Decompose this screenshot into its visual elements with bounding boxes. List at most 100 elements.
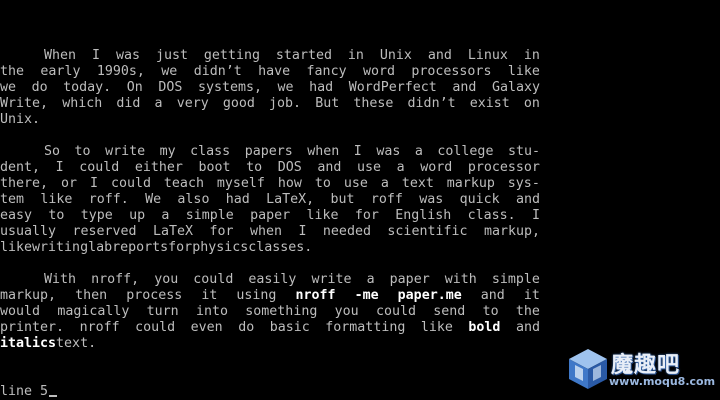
word: for xyxy=(168,240,193,255)
word: college xyxy=(437,144,494,159)
word: you xyxy=(154,272,179,287)
word: when xyxy=(249,224,282,239)
paragraph: With nroff, you could easily write a paper with s… xyxy=(0,272,540,352)
status-line: line 5 xyxy=(0,384,58,400)
word: a xyxy=(414,144,423,159)
word: text xyxy=(401,176,434,191)
word: was xyxy=(376,144,401,159)
word: a xyxy=(380,176,389,191)
word: early xyxy=(40,64,81,79)
terminal-text-area: When Iwas just getting started in Unix and Linux… xyxy=(0,48,540,368)
word: also xyxy=(177,192,210,207)
word: Unix. xyxy=(0,112,41,127)
word: for xyxy=(354,208,379,223)
word: papers xyxy=(244,144,293,159)
word: bold xyxy=(468,320,501,335)
word: I xyxy=(353,144,362,159)
word: write xyxy=(105,144,146,159)
word: DOS xyxy=(158,80,183,95)
word: easily xyxy=(248,272,297,287)
word: how xyxy=(277,176,302,191)
text-line: easy to type up a simple paper like for English cl… xyxy=(0,208,540,224)
word: sys- xyxy=(507,176,540,191)
word: to xyxy=(48,208,65,223)
word: I xyxy=(91,48,100,63)
word: very xyxy=(176,96,209,111)
text-line: Write, which did a very good job. But these didn’… xyxy=(0,96,540,112)
word: DOS xyxy=(277,160,302,175)
word: lab xyxy=(88,240,113,255)
word: type xyxy=(80,208,113,223)
word: markup, xyxy=(0,288,57,303)
word: markup, xyxy=(483,224,540,239)
text-line: tem like roff. We also had LaTeX, but roff was qui… xyxy=(0,192,540,208)
text-cursor xyxy=(49,395,58,397)
text-line: When Iwas just getting started in Unix and Linux… xyxy=(0,48,540,64)
word: to xyxy=(482,304,499,319)
word: roff. xyxy=(88,192,129,207)
word: today. xyxy=(63,80,112,95)
word: write xyxy=(311,272,352,287)
word: like xyxy=(420,320,453,335)
word: class xyxy=(190,144,231,159)
word: do xyxy=(31,80,48,95)
text-line: would magically turn into something you could s… xyxy=(0,304,540,320)
word: and xyxy=(452,80,477,95)
word: LaTeX xyxy=(153,224,194,239)
word: italics xyxy=(0,336,57,351)
word: quick xyxy=(459,192,500,207)
word: and xyxy=(427,48,452,63)
word: didn’t xyxy=(407,96,456,111)
word: class. xyxy=(467,208,516,223)
word: dent, xyxy=(0,160,41,175)
word: paper xyxy=(250,208,291,223)
text-line: So to write my class papers when Iwas a college st… xyxy=(0,144,540,160)
word: it xyxy=(201,288,218,303)
word: systems, xyxy=(197,80,262,95)
word: these xyxy=(353,96,394,111)
word: in xyxy=(523,48,540,63)
word: then xyxy=(75,288,108,303)
text-line: markup, then process it using nroff -me paper.m… xyxy=(0,288,540,304)
word: nroff xyxy=(79,320,120,335)
text-line: usually reserved LaTeX for when Ineeded scient… xyxy=(0,224,540,240)
word: writing xyxy=(32,240,89,255)
text-line: Unix. xyxy=(0,112,540,128)
text-line: italics text. xyxy=(0,336,540,352)
word: up xyxy=(129,208,146,223)
word: the xyxy=(0,64,25,79)
word: could xyxy=(135,320,176,335)
word: basic xyxy=(269,320,310,335)
word: or xyxy=(61,176,78,191)
word: would xyxy=(0,304,41,319)
word: word xyxy=(362,64,395,79)
word: nroff, xyxy=(91,272,140,287)
paragraph: So to write my class papers when Iwas a college st… xyxy=(0,144,540,256)
word: printer. xyxy=(0,320,65,335)
word: -me xyxy=(354,288,379,303)
word: we xyxy=(277,80,294,95)
word: use xyxy=(356,160,382,175)
word: processors xyxy=(411,64,492,79)
word: to xyxy=(246,160,263,175)
text-line: With nroff, you could easily write a paper with s… xyxy=(0,272,540,288)
word: had xyxy=(225,192,250,207)
word: like xyxy=(306,208,339,223)
word: With xyxy=(44,272,77,287)
watermark-url: www.moqu8.com xyxy=(609,375,716,388)
word: teach xyxy=(163,176,204,191)
word: into xyxy=(195,304,228,319)
word: English xyxy=(395,208,452,223)
word: in xyxy=(347,48,364,63)
word: paper.me xyxy=(397,288,462,303)
word: reports xyxy=(112,240,169,255)
word: job. xyxy=(269,96,302,111)
word: Unix xyxy=(379,48,412,63)
word: had xyxy=(309,80,334,95)
word: a xyxy=(366,272,375,287)
word: was xyxy=(419,192,444,207)
word: WordPerfect xyxy=(348,80,437,95)
word: just xyxy=(155,48,188,63)
word: getting xyxy=(203,48,260,63)
word: physics xyxy=(192,240,249,255)
